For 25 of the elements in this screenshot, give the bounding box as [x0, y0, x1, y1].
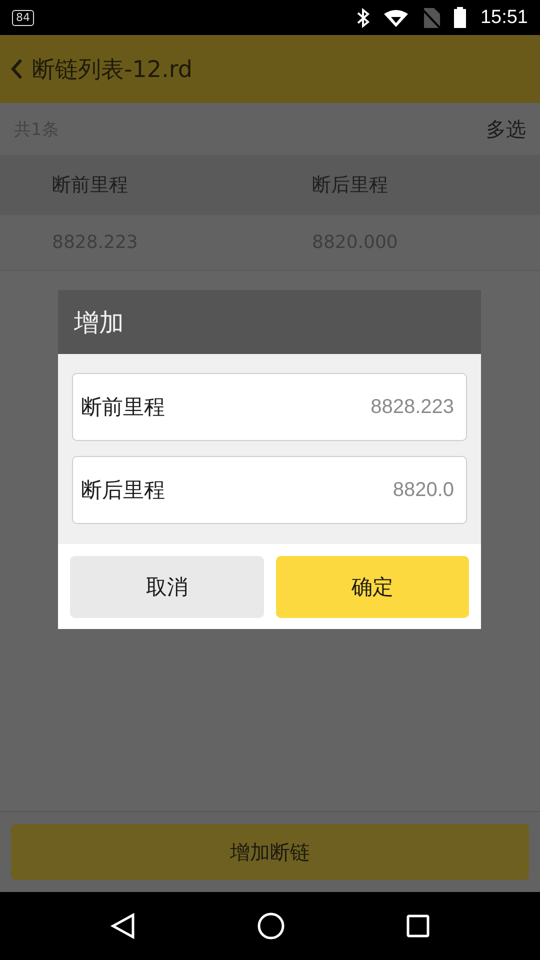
dialog-title: 增加 [74, 306, 124, 338]
input-field[interactable]: 8820.0 [165, 478, 454, 502]
clock-time: 15:51 [480, 6, 528, 28]
column-header: 断后里程 [312, 173, 389, 198]
column-header: 断前里程 [52, 173, 129, 198]
recents-nav-button[interactable] [406, 914, 430, 938]
confirm-button[interactable]: 确定 [276, 556, 469, 618]
page-title: 断链列表-12.rd [32, 56, 193, 84]
field-label: 断后里程 [81, 477, 165, 504]
back-chevron-icon [10, 58, 24, 80]
wifi-icon [384, 8, 408, 26]
home-icon [256, 912, 285, 940]
field-label: 断前里程 [81, 394, 165, 421]
home-nav-button[interactable] [256, 912, 285, 940]
multi-select-button[interactable]: 多选 [486, 116, 526, 142]
bluetooth-icon [356, 8, 370, 28]
back-icon [110, 913, 136, 939]
cancel-button[interactable]: 取消 [70, 556, 264, 618]
notification-badge: 84 [12, 10, 34, 26]
input-field[interactable]: 8828.223 [165, 396, 454, 418]
recents-icon [406, 914, 430, 938]
battery-icon [454, 7, 466, 28]
add-button[interactable]: 增加断链 [11, 824, 529, 880]
back-nav-button[interactable] [110, 913, 136, 939]
no-sim-icon [422, 8, 440, 28]
